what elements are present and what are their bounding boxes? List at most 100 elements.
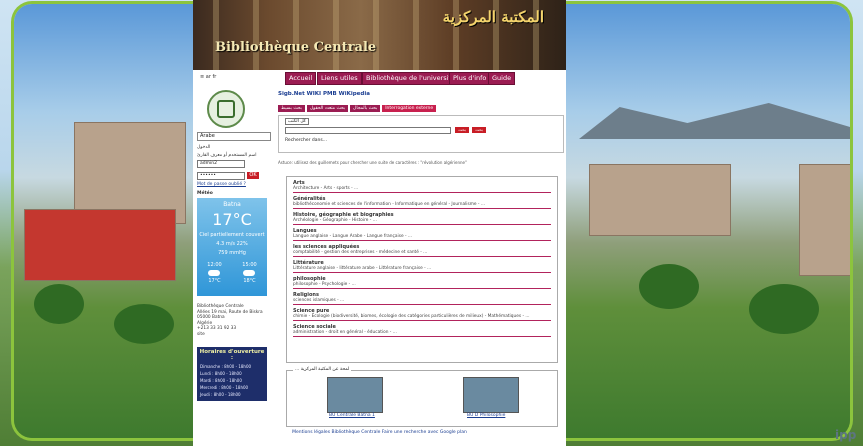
opening-hours: Horaires d'ouverture : Dimanche : 8h00 -… bbox=[197, 347, 267, 401]
bookshelf bbox=[373, 0, 379, 70]
library-address: Bibliothèque Centrale Allées 19 mai, Rou… bbox=[197, 304, 263, 337]
website-page: المكتبة المركزية Bibliothèque Centrale ≡… bbox=[193, 0, 566, 446]
tree bbox=[749, 284, 819, 334]
category-subjects[interactable]: comptabilité - gestion des entreprises -… bbox=[293, 250, 551, 255]
category-item[interactable]: Science sociale administration - droit en… bbox=[293, 324, 551, 337]
nav-plus-info[interactable]: Plus d'info bbox=[449, 72, 491, 85]
tree bbox=[639, 264, 699, 309]
category-subjects[interactable]: bibliothéconomie et sciences de l'inform… bbox=[293, 202, 551, 207]
search-input[interactable] bbox=[285, 127, 451, 134]
weather-forecast: 12:00 17°C 15:00 18°C bbox=[197, 262, 267, 284]
forecast-1-temp: 17°C bbox=[208, 278, 221, 284]
category-item[interactable]: Science pure chimie - Écologie (biodivers… bbox=[293, 308, 551, 321]
category-subjects[interactable]: sciences islamiques - ... bbox=[293, 298, 551, 303]
header-banner: المكتبة المركزية Bibliothèque Centrale bbox=[193, 0, 566, 70]
forgot-password-link[interactable]: Mot de passe oublié ? bbox=[197, 182, 246, 187]
search-box: كل الكتب بحث بحث متقدم Rechercher dans..… bbox=[278, 115, 564, 153]
search-tabs: بحث بسيط بحث متعدد الحقول بحث بالمجال In… bbox=[278, 105, 437, 112]
category-subjects[interactable]: Littérature anglaise - littérature arabe… bbox=[293, 266, 551, 271]
weather-pressure: 759 mmHg bbox=[218, 250, 246, 256]
cloud-icon bbox=[243, 270, 256, 276]
external-links[interactable]: Sigb.Net WIKI PMB WiKipedia bbox=[278, 91, 370, 97]
category-item[interactable]: Histoire, géographie et biographies Arché… bbox=[293, 212, 551, 225]
hours-title: Horaires d'ouverture : bbox=[199, 349, 265, 361]
language-select[interactable]: Arabe bbox=[197, 132, 271, 141]
category-item[interactable]: Littérature Littérature anglaise - littér… bbox=[293, 260, 551, 273]
category-subjects[interactable]: Architecture - Arts - sports - ... bbox=[293, 186, 551, 191]
category-subjects[interactable]: Archéologie - Géographie - Histoire - ..… bbox=[293, 218, 551, 223]
weather-condition: Ciel partiellement couvert bbox=[199, 232, 265, 238]
mountains bbox=[579, 103, 850, 139]
watermark-logo: ipp bbox=[835, 428, 857, 442]
category-item[interactable]: Arts Architecture - Arts - sports - ... bbox=[293, 180, 551, 193]
footer-links[interactable]: Mentions légales Bibliothèque Centrale F… bbox=[193, 430, 566, 435]
login-ok-button[interactable]: OK bbox=[247, 172, 259, 179]
bookshelf bbox=[333, 0, 339, 70]
gallery-title: ... لمحة عن المكتبة المركزية bbox=[293, 367, 352, 372]
password-input[interactable]: •••••• bbox=[197, 172, 245, 180]
gallery-photo-1[interactable] bbox=[327, 377, 383, 413]
bookshelf bbox=[213, 0, 219, 70]
category-item[interactable]: Langues Langue anglaise - Langue Arabe - … bbox=[293, 228, 551, 241]
bookshelf bbox=[293, 0, 299, 70]
tab-multi-field[interactable]: بحث متعدد الحقول bbox=[306, 105, 349, 112]
tree bbox=[114, 304, 174, 344]
scope-select[interactable]: كل الكتب bbox=[285, 118, 309, 125]
login-heading: الدخول bbox=[197, 145, 211, 150]
top-nav: ≡ ar fr Accueil Liens utiles Bibliothèqu… bbox=[193, 72, 566, 85]
bookshelf bbox=[413, 0, 419, 70]
category-subjects[interactable]: philosophie - Psychologie - ... bbox=[293, 282, 551, 287]
forecast-1-time: 12:00 bbox=[207, 262, 222, 268]
hours-row: Lundi : 8h00 - 18h00 bbox=[200, 371, 242, 376]
category-list: Arts Architecture - Arts - sports - ... G… bbox=[286, 176, 558, 363]
bookshelf bbox=[253, 0, 259, 70]
category-item[interactable]: les sciences appliquées comptabilité - ge… bbox=[293, 244, 551, 257]
search-button[interactable]: بحث bbox=[455, 127, 469, 133]
search-area: بحث بسيط بحث متعدد الحقول بحث بالمجال In… bbox=[278, 105, 564, 153]
forecast-2-temp: 18°C bbox=[243, 278, 256, 284]
cloud-icon bbox=[208, 270, 221, 276]
building bbox=[589, 164, 731, 236]
university-logo bbox=[207, 90, 245, 128]
nav-bibliotheque[interactable]: Bibliothèque de l'université bbox=[362, 72, 460, 85]
search-hint: Astuce: utilisez des guillemets pour che… bbox=[278, 160, 467, 165]
refine-link[interactable]: Rechercher dans... bbox=[285, 138, 327, 143]
auditorium-building bbox=[24, 209, 176, 281]
hours-row: Mercredi : 8h00 - 18h00 bbox=[200, 385, 249, 390]
hours-row: Mardi : 8h00 - 18h00 bbox=[200, 378, 242, 383]
tab-simple-search[interactable]: بحث بسيط bbox=[278, 105, 305, 112]
weather-wind-humidity: 4.3 m/s 22% bbox=[197, 241, 267, 247]
category-item[interactable]: philosophie philosophie - Psychologie - .… bbox=[293, 276, 551, 289]
username-input[interactable]: admin2 bbox=[197, 160, 245, 168]
meteo-label: Météo bbox=[197, 191, 213, 196]
category-subjects[interactable]: chimie - Écologie (biodiversité, biomes,… bbox=[293, 314, 551, 319]
weather-city: Batna bbox=[223, 201, 241, 208]
forecast-1: 12:00 17°C bbox=[207, 262, 221, 284]
humidity-value: 22% bbox=[236, 241, 248, 247]
category-item[interactable]: Généralités bibliothéconomie et sciences … bbox=[293, 196, 551, 209]
hours-row: Jeudi : 8h00 - 18h00 bbox=[200, 392, 241, 397]
language-links[interactable]: ≡ ar fr bbox=[200, 74, 216, 80]
nav-accueil[interactable]: Accueil bbox=[285, 72, 317, 85]
library-gallery: ... لمحة عن المكتبة المركزية BU Centrale… bbox=[286, 367, 558, 427]
weather-temp: 17°C bbox=[212, 210, 252, 229]
category-item[interactable]: Religions sciences islamiques - ... bbox=[293, 292, 551, 305]
tree bbox=[34, 284, 84, 324]
category-subjects[interactable]: administration - droit en général - éduc… bbox=[293, 330, 551, 335]
building bbox=[799, 164, 850, 276]
category-subjects[interactable]: Langue anglaise - Langue Arabe - Langue … bbox=[293, 234, 551, 239]
logo-emblem-icon bbox=[217, 100, 235, 118]
hours-row: Dimanche : 8h00 - 18h00 bbox=[200, 364, 252, 369]
tab-external[interactable]: Interrogation externe bbox=[382, 105, 437, 112]
advanced-search-button[interactable]: بحث متقدم bbox=[472, 127, 486, 138]
tab-by-domain[interactable]: بحث بالمجال bbox=[350, 105, 381, 112]
gallery-photo-2[interactable] bbox=[463, 377, 519, 413]
right-campus-scene bbox=[579, 4, 850, 438]
banner-title-fr: Bibliothèque Centrale bbox=[215, 40, 377, 55]
gallery-caption-2[interactable]: BU D Philosophie bbox=[467, 413, 505, 418]
nav-guide[interactable]: Guide bbox=[488, 72, 516, 85]
forecast-2: 15:00 18°C bbox=[242, 262, 256, 284]
nav-liens-utiles[interactable]: Liens utiles bbox=[317, 72, 362, 85]
gallery-caption-1[interactable]: BU Centrale Batna 1 bbox=[329, 413, 375, 418]
forecast-2-time: 15:00 bbox=[242, 262, 257, 268]
